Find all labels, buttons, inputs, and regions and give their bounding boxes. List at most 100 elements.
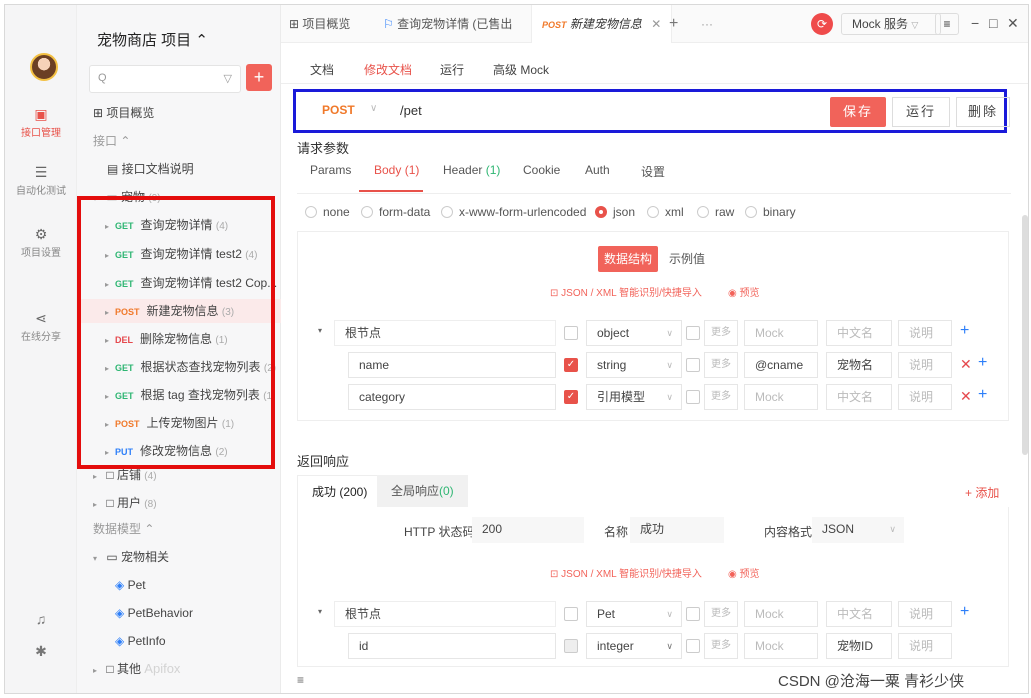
- tab-response-global[interactable]: 全局响应(0): [377, 475, 468, 507]
- desc-input[interactable]: 说明: [898, 320, 952, 346]
- type-select[interactable]: Pet ∨: [586, 601, 682, 627]
- subtab-run[interactable]: 运行: [440, 61, 464, 78]
- gear-icon[interactable]: ✱: [5, 643, 77, 660]
- rail-online-share[interactable]: ⋖ 在线分享: [5, 311, 77, 343]
- required-checkbox[interactable]: [564, 639, 578, 653]
- field-name[interactable]: name: [348, 352, 556, 378]
- tree-item-doc-desc[interactable]: ▤ 接口文档说明: [77, 157, 281, 181]
- maximize-icon[interactable]: □: [989, 15, 997, 31]
- mock-input[interactable]: Mock: [744, 320, 818, 346]
- scrollbar[interactable]: [1022, 215, 1028, 455]
- body-type-urlencoded[interactable]: x-www-form-urlencoded: [441, 205, 586, 219]
- add-sibling-icon[interactable]: +: [978, 354, 987, 372]
- filter-icon[interactable]: ▽: [224, 72, 232, 85]
- nullable-checkbox[interactable]: [686, 326, 700, 340]
- mock-service-select[interactable]: Mock 服务 ▽: [841, 13, 941, 35]
- delete-row-icon[interactable]: ✕: [960, 356, 972, 373]
- seg-data-structure[interactable]: 数据结构: [598, 246, 658, 272]
- type-select[interactable]: integer ∨: [586, 633, 682, 659]
- user-avatar[interactable]: [30, 53, 58, 81]
- content-format-select[interactable]: JSON ∨: [812, 517, 904, 543]
- cn-name-input[interactable]: 中文名: [826, 601, 892, 627]
- cn-name-input[interactable]: 宠物名: [826, 352, 892, 378]
- tab-cookie[interactable]: Cookie: [523, 163, 560, 177]
- tab-params[interactable]: Params: [310, 163, 351, 177]
- cn-name-input[interactable]: 中文名: [826, 320, 892, 346]
- field-name[interactable]: category: [348, 384, 556, 410]
- tree-folder-user[interactable]: ▸ □ 用户 (8): [77, 491, 281, 515]
- list-icon[interactable]: ≡: [297, 673, 304, 687]
- sync-icon[interactable]: ⟳: [811, 13, 833, 35]
- subtab-doc[interactable]: 文档: [310, 61, 334, 78]
- mock-input[interactable]: Mock: [744, 384, 818, 410]
- mock-input[interactable]: Mock: [744, 633, 818, 659]
- nullable-checkbox[interactable]: [686, 639, 700, 653]
- tree-group-models[interactable]: 数据模型 ⌃: [77, 517, 281, 541]
- tab-settings[interactable]: 设置: [641, 163, 665, 180]
- tree-item-model[interactable]: ◈ Pet: [77, 573, 281, 597]
- rail-api-management[interactable]: ▣ 接口管理: [5, 107, 77, 139]
- menu-button[interactable]: ≡: [935, 13, 959, 35]
- tab-body[interactable]: Body (1): [374, 163, 419, 177]
- mock-input[interactable]: Mock: [744, 601, 818, 627]
- project-switcher[interactable]: 宠物商店 项目 ⌃: [97, 29, 208, 50]
- tab-header[interactable]: Header (1): [443, 163, 500, 177]
- field-name[interactable]: 根节点: [334, 320, 556, 346]
- desc-input[interactable]: 说明: [898, 352, 952, 378]
- required-checkbox[interactable]: [564, 326, 578, 340]
- tree-item-overview[interactable]: ⊞ 项目概览: [77, 101, 281, 125]
- field-name[interactable]: 根节点: [334, 601, 556, 627]
- more-button[interactable]: 更多: [704, 320, 738, 346]
- body-type-xml[interactable]: xml: [647, 205, 684, 219]
- chevron-down-icon[interactable]: ▾: [318, 326, 322, 335]
- more-button[interactable]: 更多: [704, 352, 738, 378]
- more-button[interactable]: 更多: [704, 384, 738, 410]
- body-type-json[interactable]: json: [595, 205, 635, 219]
- nullable-checkbox[interactable]: [686, 607, 700, 621]
- body-type-form-data[interactable]: form-data: [361, 205, 430, 219]
- add-button[interactable]: +: [246, 64, 272, 91]
- cn-name-input[interactable]: 宠物ID: [826, 633, 892, 659]
- nullable-checkbox[interactable]: [686, 358, 700, 372]
- add-response-button[interactable]: + 添加: [965, 484, 999, 501]
- search-input[interactable]: Q ▽: [89, 65, 241, 93]
- save-button[interactable]: 保存: [830, 97, 886, 127]
- rail-project-settings[interactable]: ⚙ 项目设置: [5, 227, 77, 259]
- desc-input[interactable]: 说明: [898, 601, 952, 627]
- type-select[interactable]: object ∨: [586, 320, 682, 346]
- add-child-icon[interactable]: +: [960, 603, 969, 621]
- more-button[interactable]: 更多: [704, 633, 738, 659]
- tab-pet-detail[interactable]: ⚐ 查询宠物详情 (已售出: [383, 5, 512, 43]
- delete-row-icon[interactable]: ✕: [960, 388, 972, 405]
- body-type-raw[interactable]: raw: [697, 205, 734, 219]
- body-type-none[interactable]: none: [305, 205, 350, 219]
- nullable-checkbox[interactable]: [686, 390, 700, 404]
- tab-overview[interactable]: ⊞ 项目概览: [289, 5, 350, 43]
- new-tab-button[interactable]: +: [669, 5, 678, 43]
- type-select[interactable]: 引用模型 ∨: [586, 384, 682, 410]
- url-input[interactable]: /pet: [400, 103, 422, 118]
- response-name-input[interactable]: 成功: [630, 517, 724, 543]
- required-checkbox[interactable]: [564, 607, 578, 621]
- field-name[interactable]: id: [348, 633, 556, 659]
- tab-auth[interactable]: Auth: [585, 163, 610, 177]
- preview-link[interactable]: ◉ 预览: [728, 565, 760, 580]
- add-child-icon[interactable]: +: [960, 322, 969, 340]
- tree-item-model[interactable]: ◈ PetBehavior: [77, 601, 281, 625]
- tree-group-api[interactable]: 接口 ⌃: [77, 129, 281, 153]
- method-select[interactable]: POST: [322, 103, 355, 117]
- seg-example[interactable]: 示例值: [660, 246, 714, 272]
- tree-item-model[interactable]: ◈ PetInfo: [77, 629, 281, 653]
- smart-import-link[interactable]: ⊡ JSON / XML 智能识别/快捷导入: [550, 284, 702, 299]
- required-checkbox[interactable]: ✓: [564, 390, 578, 404]
- preview-link[interactable]: ◉ 预览: [728, 284, 760, 299]
- subtab-edit-doc[interactable]: 修改文档: [364, 61, 412, 78]
- more-tabs-button[interactable]: ···: [701, 5, 713, 43]
- close-window-icon[interactable]: ✕: [1007, 15, 1019, 32]
- http-status-input[interactable]: 200: [472, 517, 584, 543]
- run-button[interactable]: 运行: [892, 97, 950, 127]
- body-type-binary[interactable]: binary: [745, 205, 796, 219]
- mock-input[interactable]: @cname: [744, 352, 818, 378]
- rail-automation-test[interactable]: ☰ 自动化测试: [5, 165, 77, 197]
- desc-input[interactable]: 说明: [898, 384, 952, 410]
